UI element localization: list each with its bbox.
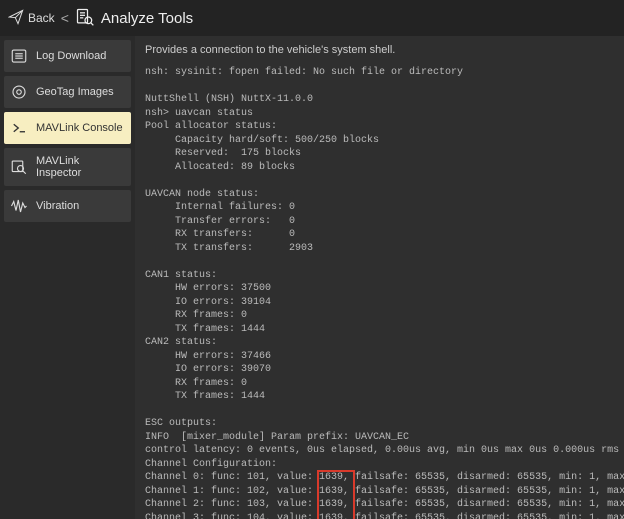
- page-title: Analyze Tools: [101, 10, 193, 27]
- terminal-line: CAN2 status:: [145, 336, 614, 350]
- analyze-icon: [75, 7, 95, 30]
- content-area: Provides a connection to the vehicle's s…: [135, 36, 624, 519]
- terminal-output[interactable]: nsh: sysinit: fopen failed: No such file…: [145, 66, 614, 519]
- sidebar-item-mavlink-console[interactable]: MAVLink Console: [4, 112, 131, 144]
- body: Log Download GeoTag Images MAVLink Conso…: [0, 36, 624, 519]
- back-button[interactable]: Back: [8, 9, 55, 28]
- terminal-line: [145, 174, 614, 188]
- terminal-line: TX transfers: 2903: [145, 242, 614, 256]
- terminal-line: IO errors: 39070: [145, 363, 614, 377]
- geotag-icon: [10, 83, 28, 101]
- terminal-line: [145, 255, 614, 269]
- terminal-line: nsh: sysinit: fopen failed: No such file…: [145, 66, 614, 80]
- terminal-line: Capacity hard/soft: 500/250 blocks: [145, 134, 614, 148]
- terminal-line: Channel 2: func: 103, value: 1639, fails…: [145, 498, 614, 512]
- title-area: Analyze Tools: [75, 7, 193, 30]
- terminal-line: nsh> uavcan status: [145, 107, 614, 121]
- terminal-line: Internal failures: 0: [145, 201, 614, 215]
- vibration-icon: [10, 197, 28, 215]
- sidebar-item-geotag[interactable]: GeoTag Images: [4, 76, 131, 108]
- description-text: Provides a connection to the vehicle's s…: [145, 44, 614, 56]
- terminal-line: Channel Configuration:: [145, 458, 614, 472]
- terminal-line: INFO [mixer_module] Param prefix: UAVCAN…: [145, 431, 614, 445]
- terminal-line: Pool allocator status:: [145, 120, 614, 134]
- terminal-line: Reserved: 175 blocks: [145, 147, 614, 161]
- terminal-line: IO errors: 39104: [145, 296, 614, 310]
- list-icon: [10, 47, 28, 65]
- terminal-line: Channel 3: func: 104, value: 1639, fails…: [145, 512, 614, 519]
- terminal-line: control latency: 0 events, 0us elapsed, …: [145, 444, 614, 458]
- terminal-line: TX frames: 1444: [145, 390, 614, 404]
- terminal-line: Allocated: 89 blocks: [145, 161, 614, 175]
- terminal-line: HW errors: 37500: [145, 282, 614, 296]
- sidebar-item-label: Log Download: [36, 50, 106, 62]
- breadcrumb-separator: <: [61, 10, 69, 26]
- sidebar-item-mavlink-inspector[interactable]: MAVLink Inspector: [4, 148, 131, 186]
- terminal-line: CAN1 status:: [145, 269, 614, 283]
- sidebar-item-vibration[interactable]: Vibration: [4, 190, 131, 222]
- terminal-line: NuttShell (NSH) NuttX-11.0.0: [145, 93, 614, 107]
- back-label: Back: [28, 11, 55, 25]
- terminal-line: [145, 404, 614, 418]
- sidebar-item-label: MAVLink Inspector: [36, 155, 125, 179]
- terminal-line: Channel 1: func: 102, value: 1639, fails…: [145, 485, 614, 499]
- terminal-line: Transfer errors: 0: [145, 215, 614, 229]
- sidebar-item-log-download[interactable]: Log Download: [4, 40, 131, 72]
- terminal-line: RX frames: 0: [145, 309, 614, 323]
- terminal-line: ESC outputs:: [145, 417, 614, 431]
- terminal-line: Channel 0: func: 101, value: 1639, fails…: [145, 471, 614, 485]
- terminal-line: TX frames: 1444: [145, 323, 614, 337]
- terminal-line: RX transfers: 0: [145, 228, 614, 242]
- terminal-line: HW errors: 37466: [145, 350, 614, 364]
- sidebar-item-label: Vibration: [36, 200, 79, 212]
- sidebar-item-label: GeoTag Images: [36, 86, 114, 98]
- terminal-line: RX frames: 0: [145, 377, 614, 391]
- console-icon: [10, 119, 28, 137]
- header-bar: Back < Analyze Tools: [0, 0, 624, 36]
- paper-plane-icon: [8, 9, 24, 28]
- terminal-line: [145, 80, 614, 94]
- terminal-line: UAVCAN node status:: [145, 188, 614, 202]
- inspector-icon: [10, 158, 28, 176]
- sidebar-item-label: MAVLink Console: [36, 122, 123, 134]
- sidebar: Log Download GeoTag Images MAVLink Conso…: [0, 36, 135, 519]
